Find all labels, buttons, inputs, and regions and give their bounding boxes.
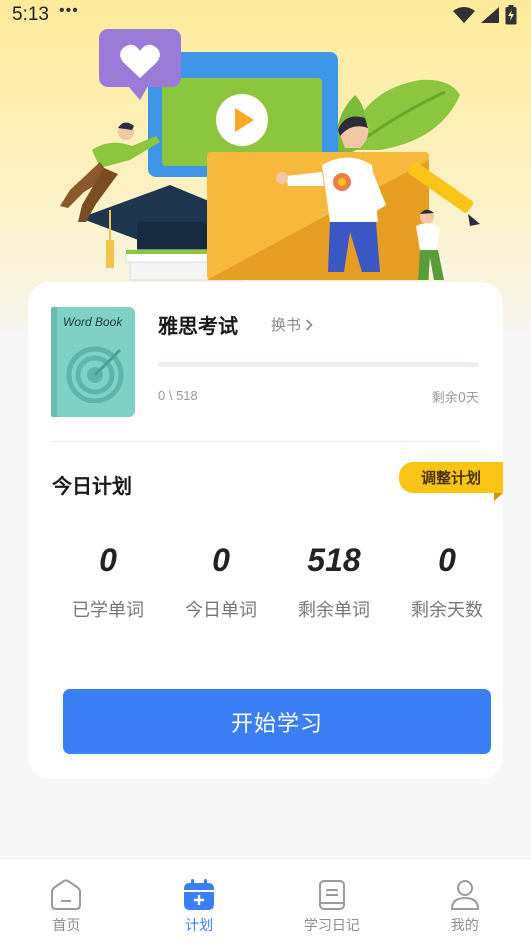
today-plan-title: 今日计划 bbox=[52, 474, 132, 498]
stat-label: 已学单词 bbox=[72, 600, 144, 621]
study-progress-bar bbox=[158, 362, 479, 367]
envelope-illustration bbox=[207, 152, 429, 280]
chevron-right-icon bbox=[305, 318, 313, 331]
adjust-plan-button[interactable]: 调整计划 bbox=[399, 462, 503, 493]
plan-stats: 0 已学单词 0 今日单词 518 剩余单词 0 剩余天数 bbox=[51, 540, 501, 630]
divider bbox=[51, 441, 480, 442]
home-icon bbox=[51, 879, 82, 910]
plan-card: Word Book 雅思考试 换书 0 \ 518 剩余0天 今日计划 调整计划… bbox=[28, 282, 503, 779]
user-icon bbox=[450, 880, 479, 910]
nav-item-profile[interactable]: 我的 bbox=[398, 859, 531, 944]
days-left: 剩余0天 bbox=[431, 391, 479, 406]
stat-today-words: 0 今日单词 bbox=[161, 540, 281, 622]
start-study-button[interactable]: 开始学习 bbox=[63, 689, 491, 754]
stat-remaining-words: 518 剩余单词 bbox=[274, 540, 394, 622]
nav-item-plan[interactable]: 计划 bbox=[133, 859, 266, 944]
nav-label: 我的 bbox=[450, 918, 479, 934]
stat-value: 0 bbox=[99, 542, 117, 578]
stat-value: 518 bbox=[307, 542, 361, 578]
calendar-icon bbox=[184, 879, 215, 910]
book-cover[interactable]: Word Book bbox=[51, 307, 135, 417]
nav-item-home[interactable]: 首页 bbox=[0, 859, 133, 944]
nav-item-diary[interactable]: 学习日记 bbox=[266, 859, 399, 944]
stat-value: 0 bbox=[438, 542, 456, 578]
nav-label: 学习日记 bbox=[303, 918, 360, 934]
stat-label: 今日单词 bbox=[185, 600, 257, 621]
bottom-nav: 首页 计划 学习日记 我的 bbox=[0, 858, 531, 944]
nav-label: 计划 bbox=[185, 918, 214, 934]
change-book-link[interactable]: 换书 bbox=[271, 314, 313, 335]
progress-count: 0 \ 518 bbox=[158, 388, 198, 403]
stat-learned-words: 0 已学单词 bbox=[48, 540, 168, 622]
stat-label: 剩余单词 bbox=[298, 600, 370, 621]
stat-remaining-days: 0 剩余天数 bbox=[387, 540, 507, 622]
book-cover-title: Word Book bbox=[63, 315, 123, 329]
nav-label: 首页 bbox=[52, 918, 81, 934]
adjust-plan-tab-fold bbox=[494, 493, 503, 501]
diary-icon bbox=[318, 880, 345, 910]
hero-illustration bbox=[60, 29, 480, 281]
target-icon bbox=[66, 346, 124, 403]
stat-value: 0 bbox=[212, 542, 230, 578]
status-dots: ••• bbox=[58, 2, 79, 19]
stat-label: 剩余天数 bbox=[411, 600, 483, 621]
change-book-label: 换书 bbox=[271, 316, 302, 334]
book-title: 雅思考试 bbox=[158, 314, 238, 338]
